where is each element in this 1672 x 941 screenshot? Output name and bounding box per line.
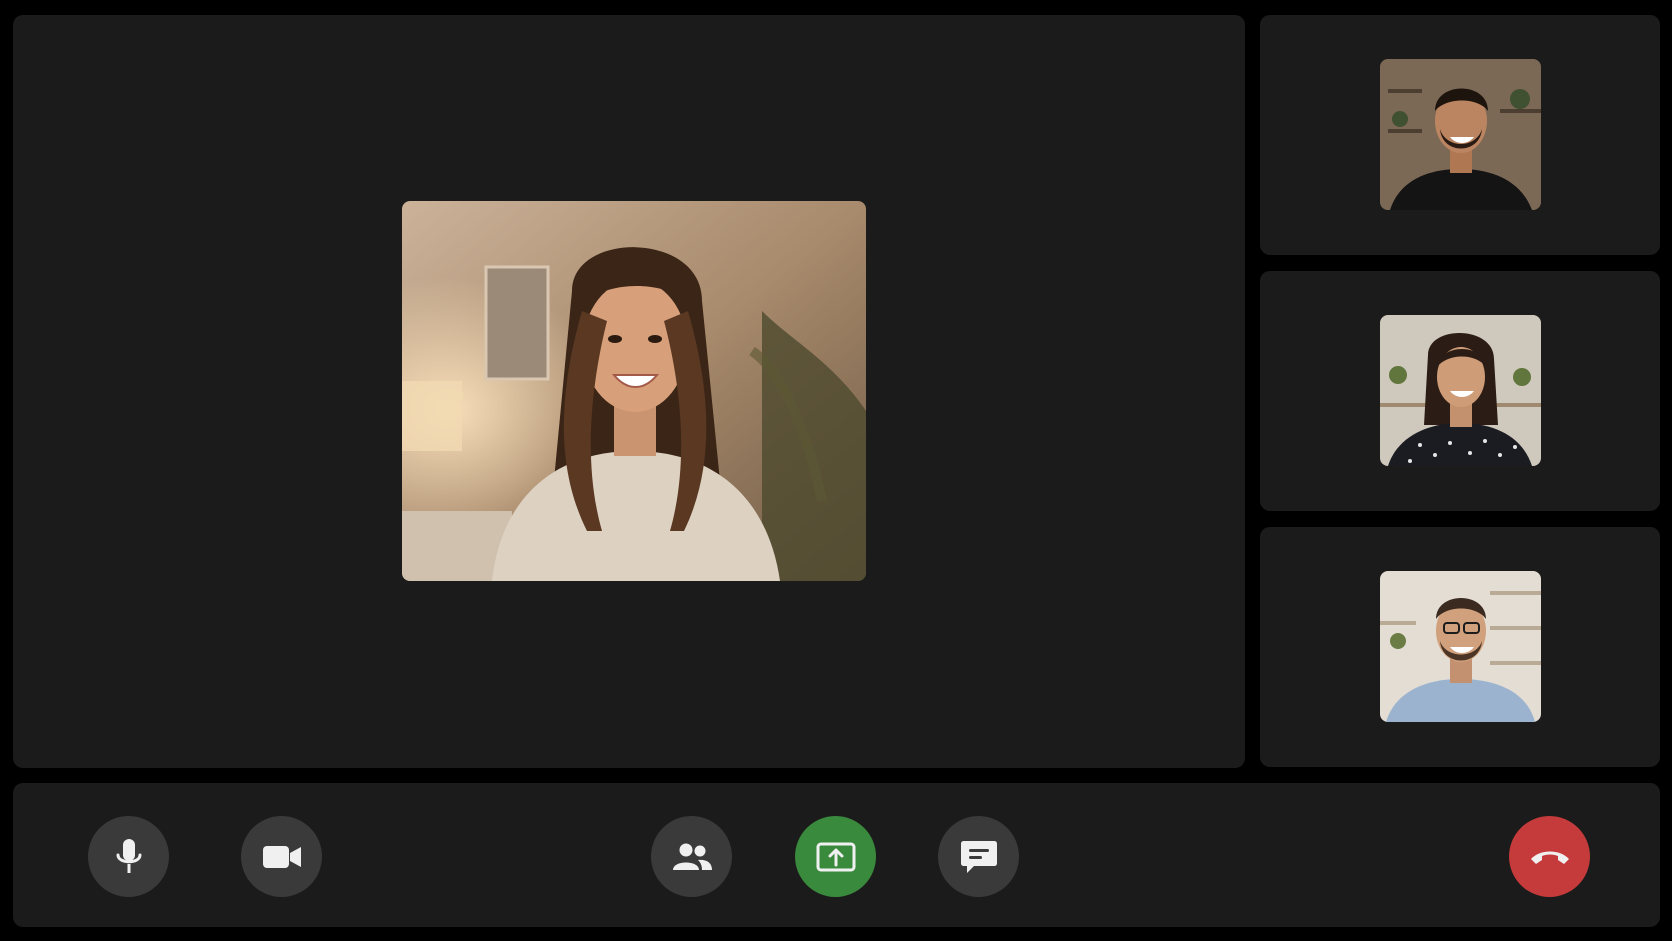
- participant-video-1[interactable]: [1380, 59, 1541, 210]
- participant-video-3[interactable]: [1380, 571, 1541, 722]
- end-call-button[interactable]: [1509, 816, 1590, 897]
- participant-tile-1[interactable]: [1260, 15, 1660, 255]
- active-speaker-video[interactable]: [402, 201, 866, 581]
- active-speaker-avatar: [402, 201, 866, 581]
- participant-avatar-1: [1380, 59, 1541, 210]
- participant-avatar-2: [1380, 315, 1541, 466]
- video-call-app: [0, 0, 1672, 941]
- mic-button[interactable]: [88, 816, 169, 897]
- participant-tile-3[interactable]: [1260, 527, 1660, 767]
- chat-button[interactable]: [938, 816, 1019, 897]
- participant-tile-2[interactable]: [1260, 271, 1660, 511]
- chat-bubble-icon: [960, 839, 998, 875]
- main-stage: [13, 15, 1245, 768]
- microphone-icon: [113, 837, 145, 877]
- control-bar: [13, 783, 1660, 927]
- participants-button[interactable]: [651, 816, 732, 897]
- video-camera-icon: [262, 843, 302, 871]
- people-icon: [671, 842, 713, 872]
- phone-hangup-icon: [1528, 847, 1572, 867]
- participant-video-2[interactable]: [1380, 315, 1541, 466]
- participant-avatar-3: [1380, 571, 1541, 722]
- share-screen-button[interactable]: [795, 816, 876, 897]
- camera-button[interactable]: [241, 816, 322, 897]
- share-screen-icon: [816, 841, 856, 873]
